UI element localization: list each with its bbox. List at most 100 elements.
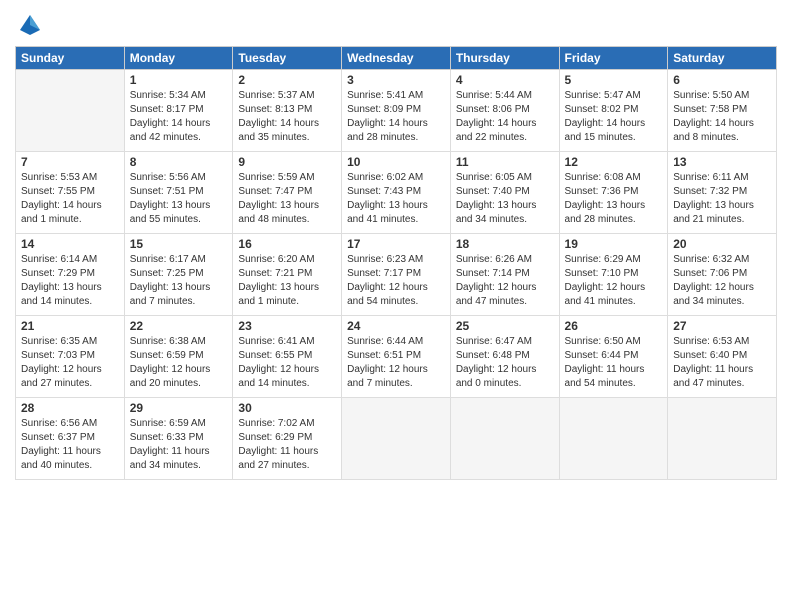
calendar-cell: 25 Sunrise: 6:47 AM Sunset: 6:48 PM Dayli… (450, 316, 559, 398)
calendar-cell (668, 398, 777, 480)
calendar-cell: 29 Sunrise: 6:59 AM Sunset: 6:33 PM Dayli… (124, 398, 233, 480)
calendar-cell: 10 Sunrise: 6:02 AM Sunset: 7:43 PM Dayli… (342, 152, 451, 234)
day-number: 26 (565, 319, 663, 333)
day-number: 20 (673, 237, 771, 251)
calendar-cell: 11 Sunrise: 6:05 AM Sunset: 7:40 PM Dayli… (450, 152, 559, 234)
calendar-cell: 8 Sunrise: 5:56 AM Sunset: 7:51 PM Daylig… (124, 152, 233, 234)
day-number: 14 (21, 237, 119, 251)
day-info: Sunrise: 6:23 AM Sunset: 7:17 PM Dayligh… (347, 253, 445, 309)
day-number: 10 (347, 155, 445, 169)
day-number: 4 (456, 73, 554, 87)
day-info: Sunrise: 5:44 AM Sunset: 8:06 PM Dayligh… (456, 89, 554, 145)
calendar-cell: 30 Sunrise: 7:02 AM Sunset: 6:29 PM Dayli… (233, 398, 342, 480)
week-row-4: 21 Sunrise: 6:35 AM Sunset: 7:03 PM Dayli… (16, 316, 777, 398)
day-number: 22 (130, 319, 228, 333)
day-number: 12 (565, 155, 663, 169)
calendar-cell: 7 Sunrise: 5:53 AM Sunset: 7:55 PM Daylig… (16, 152, 125, 234)
calendar-cell: 15Sunrise: 6:17 AM Sunset: 7:25 PM Dayli… (124, 234, 233, 316)
calendar-cell: 2 Sunrise: 5:37 AM Sunset: 8:13 PM Daylig… (233, 70, 342, 152)
day-info: Sunrise: 6:50 AM Sunset: 6:44 PM Dayligh… (565, 335, 663, 391)
day-number: 25 (456, 319, 554, 333)
calendar-cell: 27 Sunrise: 6:53 AM Sunset: 6:40 PM Dayli… (668, 316, 777, 398)
calendar-cell (559, 398, 668, 480)
calendar-cell: 26 Sunrise: 6:50 AM Sunset: 6:44 PM Dayli… (559, 316, 668, 398)
day-number: 3 (347, 73, 445, 87)
week-row-3: 14 Sunrise: 6:14 AM Sunset: 7:29 PM Dayli… (16, 234, 777, 316)
calendar-cell: 23Sunrise: 6:41 AM Sunset: 6:55 PM Dayli… (233, 316, 342, 398)
day-info: Sunrise: 6:29 AM Sunset: 7:10 PM Dayligh… (565, 253, 663, 309)
day-info: Sunrise: 6:41 AM Sunset: 6:55 PM Dayligh… (238, 335, 336, 391)
day-info: Sunrise: 5:50 AM Sunset: 7:58 PM Dayligh… (673, 89, 771, 145)
day-info: Sunrise: 5:53 AM Sunset: 7:55 PM Dayligh… (21, 171, 119, 227)
weekday-header-saturday: Saturday (668, 47, 777, 70)
calendar-cell: 9 Sunrise: 5:59 AM Sunset: 7:47 PM Daylig… (233, 152, 342, 234)
weekday-header-row: SundayMondayTuesdayWednesdayThursdayFrid… (16, 47, 777, 70)
calendar-cell: 24Sunrise: 6:44 AM Sunset: 6:51 PM Dayli… (342, 316, 451, 398)
day-number: 2 (238, 73, 336, 87)
weekday-header-wednesday: Wednesday (342, 47, 451, 70)
calendar-cell: 22Sunrise: 6:38 AM Sunset: 6:59 PM Dayli… (124, 316, 233, 398)
day-info: Sunrise: 6:05 AM Sunset: 7:40 PM Dayligh… (456, 171, 554, 227)
weekday-header-thursday: Thursday (450, 47, 559, 70)
day-info: Sunrise: 6:35 AM Sunset: 7:03 PM Dayligh… (21, 335, 119, 391)
day-info: Sunrise: 6:26 AM Sunset: 7:14 PM Dayligh… (456, 253, 554, 309)
day-number: 13 (673, 155, 771, 169)
day-number: 9 (238, 155, 336, 169)
day-info: Sunrise: 5:41 AM Sunset: 8:09 PM Dayligh… (347, 89, 445, 145)
calendar-cell (450, 398, 559, 480)
day-number: 18 (456, 237, 554, 251)
day-info: Sunrise: 6:02 AM Sunset: 7:43 PM Dayligh… (347, 171, 445, 227)
day-number: 6 (673, 73, 771, 87)
day-number: 21 (21, 319, 119, 333)
calendar-cell (342, 398, 451, 480)
weekday-header-monday: Monday (124, 47, 233, 70)
day-info: Sunrise: 5:59 AM Sunset: 7:47 PM Dayligh… (238, 171, 336, 227)
day-number: 19 (565, 237, 663, 251)
day-info: Sunrise: 5:47 AM Sunset: 8:02 PM Dayligh… (565, 89, 663, 145)
day-number: 17 (347, 237, 445, 251)
day-number: 1 (130, 73, 228, 87)
day-number: 29 (130, 401, 228, 415)
day-number: 27 (673, 319, 771, 333)
day-info: Sunrise: 6:14 AM Sunset: 7:29 PM Dayligh… (21, 253, 119, 309)
calendar-cell: 19 Sunrise: 6:29 AM Sunset: 7:10 PM Dayli… (559, 234, 668, 316)
calendar-cell: 5 Sunrise: 5:47 AM Sunset: 8:02 PM Daylig… (559, 70, 668, 152)
calendar-cell: 21 Sunrise: 6:35 AM Sunset: 7:03 PM Dayli… (16, 316, 125, 398)
week-row-2: 7 Sunrise: 5:53 AM Sunset: 7:55 PM Daylig… (16, 152, 777, 234)
day-info: Sunrise: 6:08 AM Sunset: 7:36 PM Dayligh… (565, 171, 663, 227)
day-info: Sunrise: 7:02 AM Sunset: 6:29 PM Dayligh… (238, 417, 336, 473)
weekday-header-tuesday: Tuesday (233, 47, 342, 70)
day-info: Sunrise: 6:53 AM Sunset: 6:40 PM Dayligh… (673, 335, 771, 391)
calendar-cell: 1 Sunrise: 5:34 AM Sunset: 8:17 PM Daylig… (124, 70, 233, 152)
day-number: 5 (565, 73, 663, 87)
weekday-header-friday: Friday (559, 47, 668, 70)
page-header (15, 10, 777, 40)
calendar-cell: 18 Sunrise: 6:26 AM Sunset: 7:14 PM Dayli… (450, 234, 559, 316)
calendar-cell: 13Sunrise: 6:11 AM Sunset: 7:32 PM Dayli… (668, 152, 777, 234)
day-number: 8 (130, 155, 228, 169)
week-row-1: 1 Sunrise: 5:34 AM Sunset: 8:17 PM Daylig… (16, 70, 777, 152)
calendar-cell: 12 Sunrise: 6:08 AM Sunset: 7:36 PM Dayli… (559, 152, 668, 234)
day-info: Sunrise: 5:37 AM Sunset: 8:13 PM Dayligh… (238, 89, 336, 145)
day-number: 30 (238, 401, 336, 415)
weekday-header-sunday: Sunday (16, 47, 125, 70)
day-number: 15 (130, 237, 228, 251)
logo-icon (15, 10, 45, 40)
calendar-cell: 16 Sunrise: 6:20 AM Sunset: 7:21 PM Dayli… (233, 234, 342, 316)
calendar-table: SundayMondayTuesdayWednesdayThursdayFrid… (15, 46, 777, 480)
calendar-cell (16, 70, 125, 152)
day-info: Sunrise: 6:47 AM Sunset: 6:48 PM Dayligh… (456, 335, 554, 391)
day-number: 24 (347, 319, 445, 333)
day-info: Sunrise: 5:34 AM Sunset: 8:17 PM Dayligh… (130, 89, 228, 145)
day-info: Sunrise: 6:59 AM Sunset: 6:33 PM Dayligh… (130, 417, 228, 473)
calendar-cell: 14 Sunrise: 6:14 AM Sunset: 7:29 PM Dayli… (16, 234, 125, 316)
day-info: Sunrise: 6:56 AM Sunset: 6:37 PM Dayligh… (21, 417, 119, 473)
calendar-cell: 6 Sunrise: 5:50 AM Sunset: 7:58 PM Daylig… (668, 70, 777, 152)
calendar-cell: 3 Sunrise: 5:41 AM Sunset: 8:09 PM Daylig… (342, 70, 451, 152)
day-number: 16 (238, 237, 336, 251)
day-info: Sunrise: 5:56 AM Sunset: 7:51 PM Dayligh… (130, 171, 228, 227)
day-info: Sunrise: 6:20 AM Sunset: 7:21 PM Dayligh… (238, 253, 336, 309)
week-row-5: 28Sunrise: 6:56 AM Sunset: 6:37 PM Dayli… (16, 398, 777, 480)
day-number: 7 (21, 155, 119, 169)
day-number: 11 (456, 155, 554, 169)
